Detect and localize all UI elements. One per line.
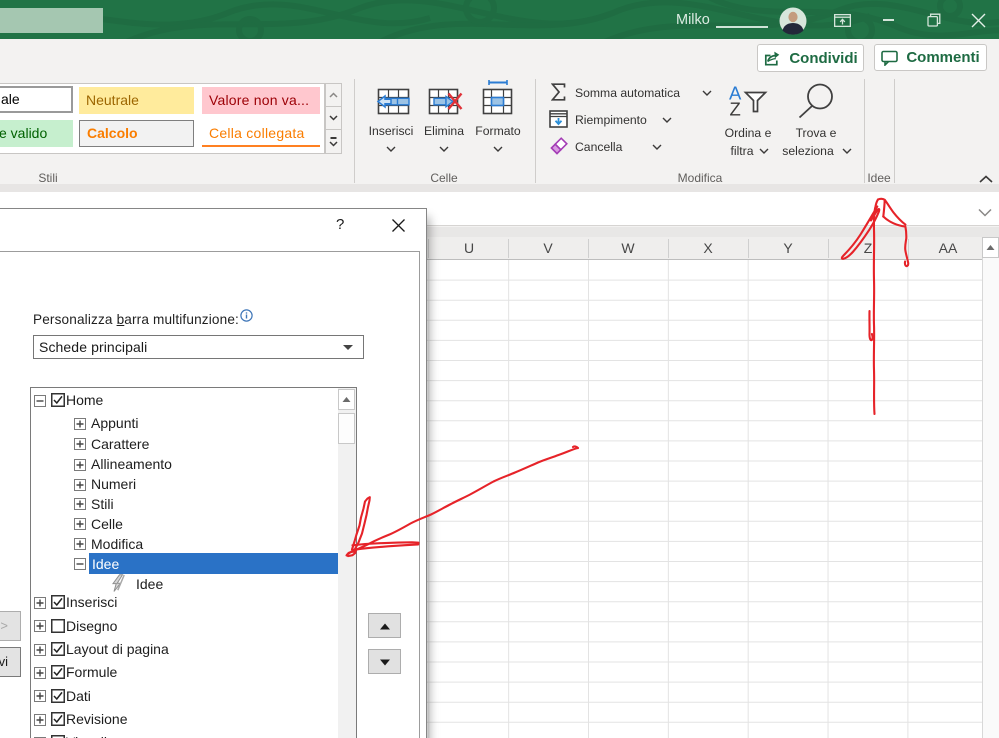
- svg-text:Z: Z: [730, 99, 741, 118]
